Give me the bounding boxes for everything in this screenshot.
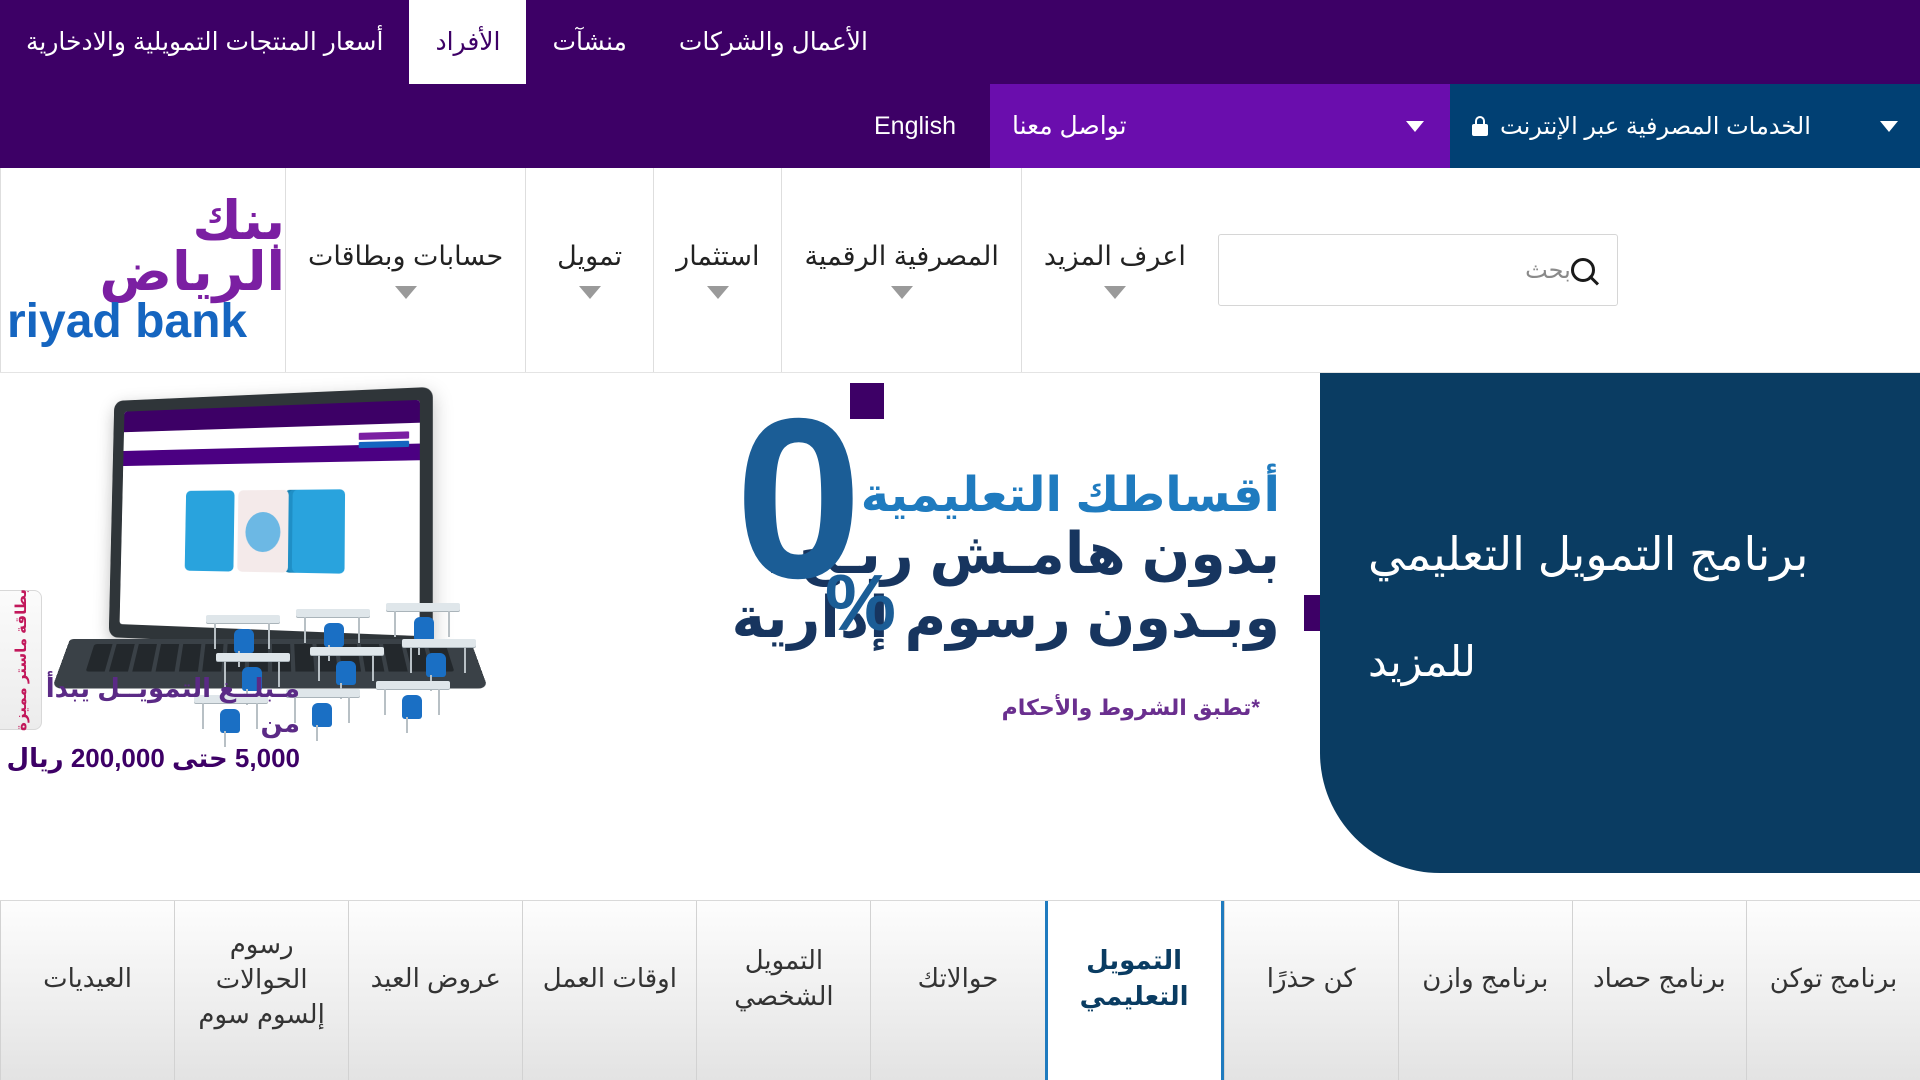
logo-english: riyad bank <box>7 294 248 348</box>
nav-label: حسابات وبطاقات <box>308 241 504 271</box>
contact-us-label: تواصل معنا <box>1012 112 1127 140</box>
search-input[interactable]: بحث <box>1241 256 1571 285</box>
bottom-tab-strip: العيديات رسوم الحوالات إلسوم سوم عروض ال… <box>0 900 1920 1080</box>
financing-amount-line-2: 5,000 حتى 200,000 ريال <box>6 743 300 774</box>
financing-amount-line-1: مـبلــغ التمويــل يبدأ من <box>45 673 301 739</box>
financing-amount-note: مـبلــغ التمويــل يبدأ من 5,000 حتى 200,… <box>0 671 301 776</box>
search-area: بحث <box>1208 168 1628 372</box>
side-promo-tab-label: بطاقة ماستر مميزة <box>12 589 30 731</box>
zero-percent-graphic: 0 % <box>690 383 896 643</box>
page-root: أسعار المنتجات التمويلية والادخارية الأف… <box>0 0 1920 1080</box>
tab-eidiyat[interactable]: العيديات <box>0 901 174 1080</box>
nav-item-investment[interactable]: استثمار <box>653 168 781 372</box>
nav-label: المصرفية الرقمية <box>804 241 999 271</box>
side-promo-tab[interactable]: بطاقة ماستر مميزة <box>0 589 42 731</box>
chevron-down-icon <box>890 286 913 299</box>
top-utility-bar: أسعار المنتجات التمويلية والادخارية الأف… <box>0 0 1920 84</box>
tab-education-finance-label: التمويل التعليمي <box>1079 945 1189 1011</box>
hero-banner: أقساطك التعليمية بدون هامـش ربـح.. وبـدو… <box>0 373 1920 900</box>
nav-item-financing[interactable]: تمويل <box>525 168 653 372</box>
tab-working-hours[interactable]: اوقات العمل <box>522 901 696 1080</box>
chevron-down-icon <box>394 286 417 299</box>
chevron-down-icon <box>1880 120 1898 132</box>
topbar-item-enterprises[interactable]: منشآت <box>526 0 652 84</box>
tab-personal-finance[interactable]: التمويل الشخصي <box>696 901 870 1080</box>
nav-label: تمويل <box>557 241 623 271</box>
nav-label: استثمار <box>676 241 760 271</box>
hero-promo-card: برنامج التمويل التعليمي للمزيد <box>1320 373 1920 873</box>
chevron-down-icon <box>1406 120 1424 132</box>
chevron-down-icon <box>578 286 601 299</box>
tab-be-cautious[interactable]: كن حذرًا <box>1223 901 1398 1080</box>
hero-card-more-link[interactable]: للمزيد <box>1368 637 1476 686</box>
percent-sign: % <box>824 558 896 647</box>
online-banking-label: الخدمات المصرفية عبر الإنترنت <box>1500 112 1811 140</box>
nav-label: اعرف المزيد <box>1043 241 1186 271</box>
tab-education-finance[interactable]: التمويل التعليمي <box>1044 901 1224 1080</box>
tab-hasad-program[interactable]: برنامج حصاد <box>1571 901 1746 1080</box>
secondary-utility-bar: English تواصل معنا الخدمات المصرفية عبر … <box>0 84 1920 168</box>
tab-your-transfers[interactable]: حوالاتك <box>870 901 1044 1080</box>
nav-item-accounts-cards[interactable]: حسابات وبطاقات <box>285 168 525 372</box>
nav-item-digital-banking[interactable]: المصرفية الرقمية <box>781 168 1020 372</box>
online-banking-dropdown[interactable]: الخدمات المصرفية عبر الإنترنت <box>1450 84 1920 168</box>
language-switch-english[interactable]: English <box>840 84 990 168</box>
contact-us-dropdown[interactable]: تواصل معنا <box>990 84 1450 168</box>
topbar-item-individuals[interactable]: الأفراد <box>409 0 527 84</box>
tab-transfer-fees[interactable]: رسوم الحوالات إلسوم سوم <box>174 901 348 1080</box>
terms-and-conditions-note: *تطبق الشروط والأحكام <box>1001 695 1260 720</box>
secondbar-spacer <box>0 84 840 168</box>
tab-token-program[interactable]: برنامج توكن <box>1745 901 1920 1080</box>
lock-icon <box>1472 116 1488 136</box>
tab-eid-offers[interactable]: عروض العيد <box>348 901 522 1080</box>
hero-card-title: برنامج التمويل التعليمي <box>1368 528 1809 580</box>
nav-item-learn-more[interactable]: اعرف المزيد <box>1020 168 1208 372</box>
chevron-down-icon <box>706 286 729 299</box>
search-box[interactable]: بحث <box>1217 234 1618 306</box>
topbar-item-rates[interactable]: أسعار المنتجات التمويلية والادخارية <box>0 0 409 84</box>
topbar-item-business[interactable]: الأعمال والشركات <box>653 0 894 84</box>
tab-wazen-program[interactable]: برنامج وازن <box>1397 901 1572 1080</box>
search-icon[interactable] <box>1570 258 1595 282</box>
chevron-down-icon <box>1103 286 1126 299</box>
main-navigation: بنك الرياض riyad bank حسابات وبطاقات تمو… <box>0 168 1920 373</box>
logo[interactable]: بنك الرياض riyad bank <box>0 168 286 372</box>
logo-arabic: بنك الرياض <box>99 190 286 303</box>
